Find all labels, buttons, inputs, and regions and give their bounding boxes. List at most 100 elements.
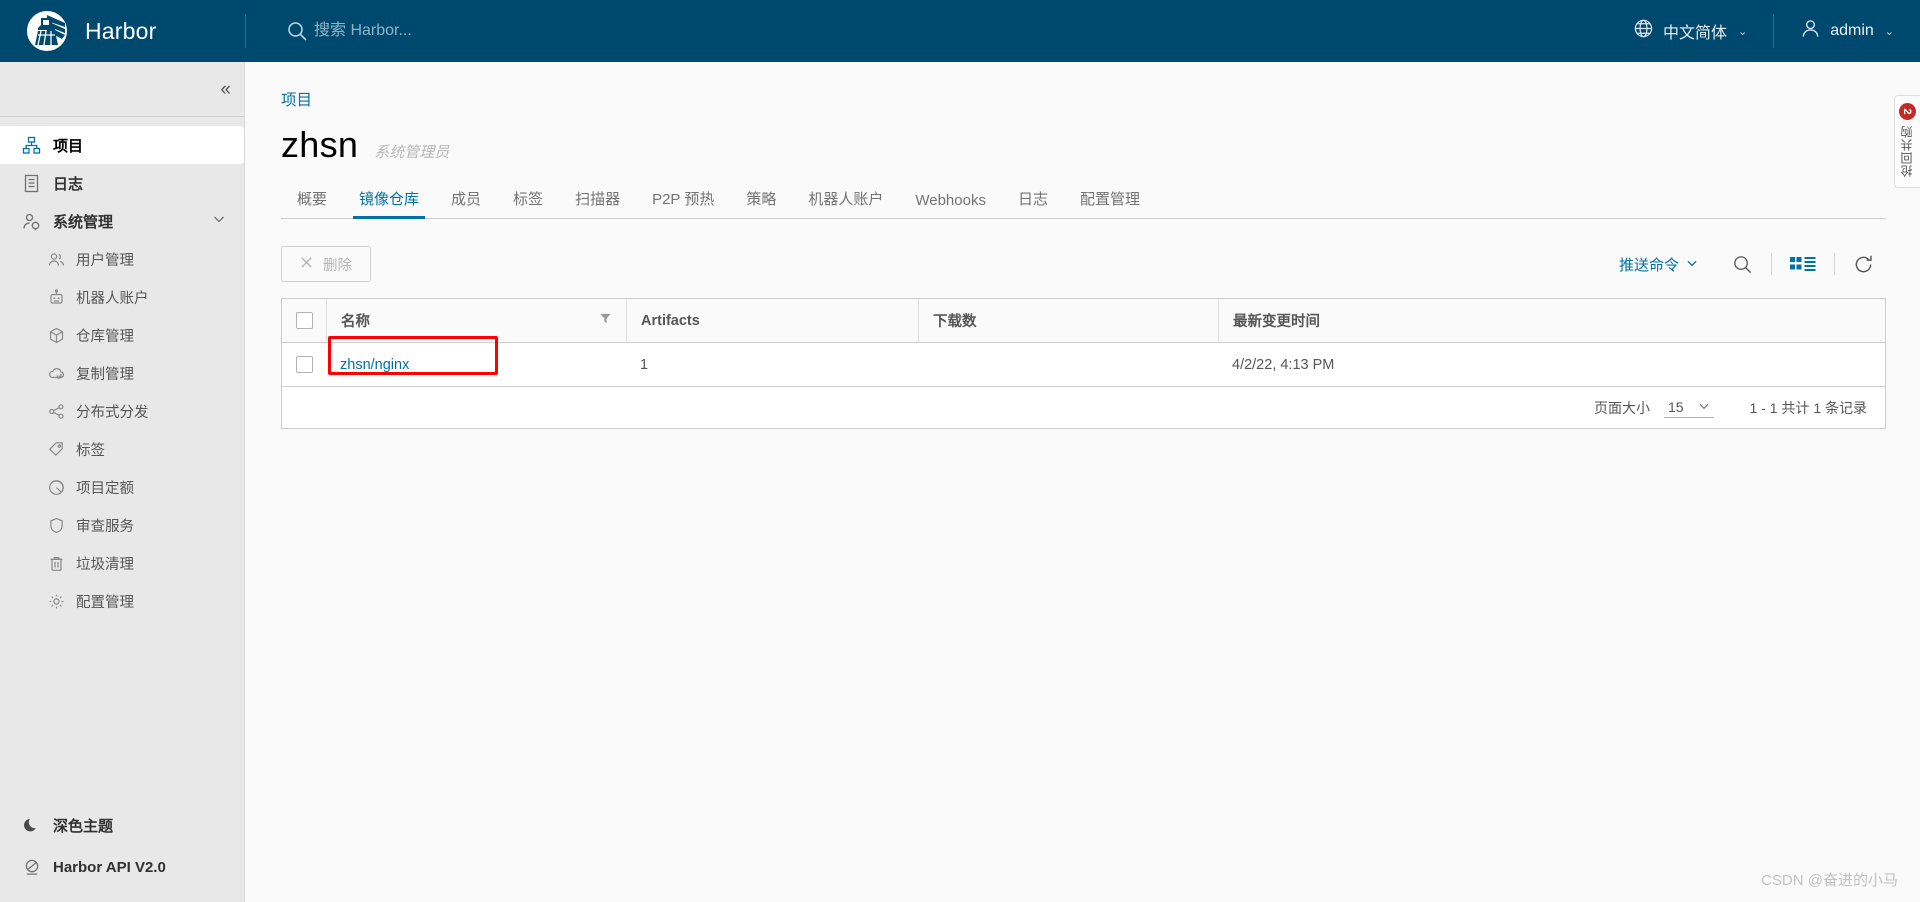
chevron-down-icon-page-size <box>1698 399 1710 415</box>
sidebar-bottom-label-theme: 深色主题 <box>53 817 114 835</box>
sidebar-item-project-quotas[interactable]: 项目定额 <box>0 468 244 506</box>
search-icon-toolbar[interactable] <box>1720 254 1765 275</box>
tag-icon <box>48 441 65 458</box>
sidebar-item-robot-accounts[interactable]: 机器人账户 <box>0 278 244 316</box>
moon-icon <box>22 816 41 835</box>
sidebar-item-label-projects: 项目 <box>53 137 84 155</box>
user-menu[interactable]: admin ⌄ <box>1774 0 1920 62</box>
list-icon <box>22 174 41 193</box>
sidebar-item-garbage-collection[interactable]: 垃圾清理 <box>0 544 244 582</box>
search-area[interactable] <box>246 20 1607 42</box>
column-label-artifacts: Artifacts <box>641 312 700 329</box>
cell-downloads <box>918 343 1218 386</box>
harbor-lighthouse-logo-icon <box>24 8 70 54</box>
sidebar-item-distribution[interactable]: 分布式分发 <box>0 392 244 430</box>
tab-scanner[interactable]: 扫描器 <box>559 182 636 218</box>
sidebar-sub-label-labels: 标签 <box>76 442 105 459</box>
sidebar-sub-label-distribution: 分布式分发 <box>76 404 149 421</box>
select-all-cell[interactable] <box>282 312 326 329</box>
table-header-row: 名称 Artifacts 下载数 最新变更时间 <box>282 299 1885 343</box>
sidebar-item-harbor-api[interactable]: Harbor API V2.0 <box>0 846 244 888</box>
side-tab-badge: 2 <box>1899 103 1916 120</box>
table-footer: 页面大小 15 1 - 1 共计 1 条记录 <box>282 386 1885 428</box>
chevron-down-icon: ⌄ <box>1737 25 1748 38</box>
close-icon <box>300 256 313 273</box>
projects-icon <box>22 136 41 155</box>
breadcrumb[interactable]: 项目 <box>281 88 1886 110</box>
share-icon <box>48 403 65 420</box>
tab-webhooks[interactable]: Webhooks <box>899 186 1002 218</box>
pagination-total: 1 - 1 共计 1 条记录 <box>1749 399 1867 416</box>
language-selector[interactable]: 中文简体 ⌄ <box>1607 0 1773 62</box>
chevron-down-icon-push <box>1686 256 1698 273</box>
column-header-artifacts[interactable]: Artifacts <box>626 299 918 342</box>
toolbar-divider-2 <box>1834 253 1835 275</box>
card-list-view-icon[interactable] <box>1778 255 1828 273</box>
gear-icon <box>48 593 65 610</box>
page-size-select[interactable]: 15 <box>1663 398 1714 418</box>
sidebar-item-registries[interactable]: 仓库管理 <box>0 316 244 354</box>
cell-updated: 4/2/22, 4:13 PM <box>1232 356 1335 373</box>
row-select-cell[interactable] <box>282 356 326 373</box>
sidebar-sub-label-config: 配置管理 <box>76 594 134 611</box>
delete-button[interactable]: 删除 <box>281 246 371 282</box>
tab-summary[interactable]: 概要 <box>281 182 343 218</box>
tab-logs[interactable]: 日志 <box>1002 182 1064 218</box>
shield-icon <box>48 517 65 534</box>
column-header-name[interactable]: 名称 <box>326 299 626 342</box>
sidebar-item-interrogation-services[interactable]: 审查服务 <box>0 506 244 544</box>
refresh-icon[interactable] <box>1841 254 1886 275</box>
chevron-down-icon-user: ⌄ <box>1884 25 1894 38</box>
main-content: 项目 zhsn 系统管理员 概要 镜像仓库 成员 标签 扫描器 P2P 预热 策… <box>245 62 1920 902</box>
tab-robot-accounts[interactable]: 机器人账户 <box>792 182 899 218</box>
push-command-button[interactable]: 推送命令 <box>1619 254 1698 275</box>
tab-labels[interactable]: 标签 <box>497 182 559 218</box>
repository-link[interactable]: zhsn/nginx <box>340 357 409 373</box>
tab-p2p-preheat[interactable]: P2P 预热 <box>636 182 730 218</box>
sidebar-item-dark-theme[interactable]: 深色主题 <box>0 804 244 846</box>
sidebar-item-labels[interactable]: 标签 <box>0 430 244 468</box>
project-title-row: zhsn 系统管理员 <box>281 124 1886 166</box>
search-icon <box>286 20 308 42</box>
row-checkbox[interactable] <box>295 356 313 373</box>
top-header: Harbor 中文简体 ⌄ <box>0 0 1920 62</box>
filter-icon[interactable] <box>599 312 612 329</box>
cell-name[interactable]: zhsn/nginx <box>326 336 626 386</box>
brand[interactable]: Harbor <box>0 8 245 54</box>
cloud-sync-icon <box>48 365 65 382</box>
api-icon <box>22 858 41 877</box>
sidebar-sub-label-registries: 仓库管理 <box>76 328 134 345</box>
sidebar-item-configuration[interactable]: 配置管理 <box>0 582 244 620</box>
tab-repositories[interactable]: 镜像仓库 <box>343 182 435 219</box>
column-label-downloads: 下载数 <box>933 314 977 330</box>
user-label: admin <box>1830 22 1874 39</box>
sidebar-sub-label-users: 用户管理 <box>76 252 134 269</box>
sidebar-item-logs[interactable]: 日志 <box>0 164 244 202</box>
search-input[interactable] <box>312 21 692 41</box>
tab-members[interactable]: 成员 <box>435 182 497 218</box>
chevron-down-icon-admin[interactable] <box>212 212 226 230</box>
page-size-value: 15 <box>1667 398 1684 415</box>
delete-button-label: 删除 <box>323 257 352 274</box>
tab-policy[interactable]: 策略 <box>730 182 792 218</box>
select-all-checkbox[interactable] <box>295 312 313 329</box>
push-command-label: 推送命令 <box>1618 256 1679 274</box>
cell-artifacts: 1 <box>640 356 649 373</box>
column-header-downloads[interactable]: 下载数 <box>918 299 1218 342</box>
sidebar-sub-label-gc: 垃圾清理 <box>76 556 134 573</box>
repositories-table: 名称 Artifacts 下载数 最新变更时间 zhsn/nginx 1 4/2… <box>281 298 1886 429</box>
trash-icon <box>48 555 65 572</box>
watermark: CSDN @奋进的小马 <box>1761 872 1898 889</box>
side-panel-tab[interactable]: 2 抢回共购 <box>1894 95 1920 188</box>
admin-user-icon <box>22 212 41 231</box>
sidebar-item-administration[interactable]: 系统管理 <box>0 202 244 240</box>
sidebar-item-projects[interactable]: 项目 <box>0 126 244 164</box>
tab-configuration[interactable]: 配置管理 <box>1064 182 1156 218</box>
column-label-name: 名称 <box>341 314 370 330</box>
sidebar-item-users[interactable]: 用户管理 <box>0 240 244 278</box>
toolbar-divider-1 <box>1771 253 1772 275</box>
sidebar-item-replications[interactable]: 复制管理 <box>0 354 244 392</box>
table-row[interactable]: zhsn/nginx 1 4/2/22, 4:13 PM <box>282 336 1885 386</box>
collapse-sidebar-icon[interactable]: « <box>220 80 230 99</box>
column-header-updated[interactable]: 最新变更时间 <box>1218 299 1885 342</box>
